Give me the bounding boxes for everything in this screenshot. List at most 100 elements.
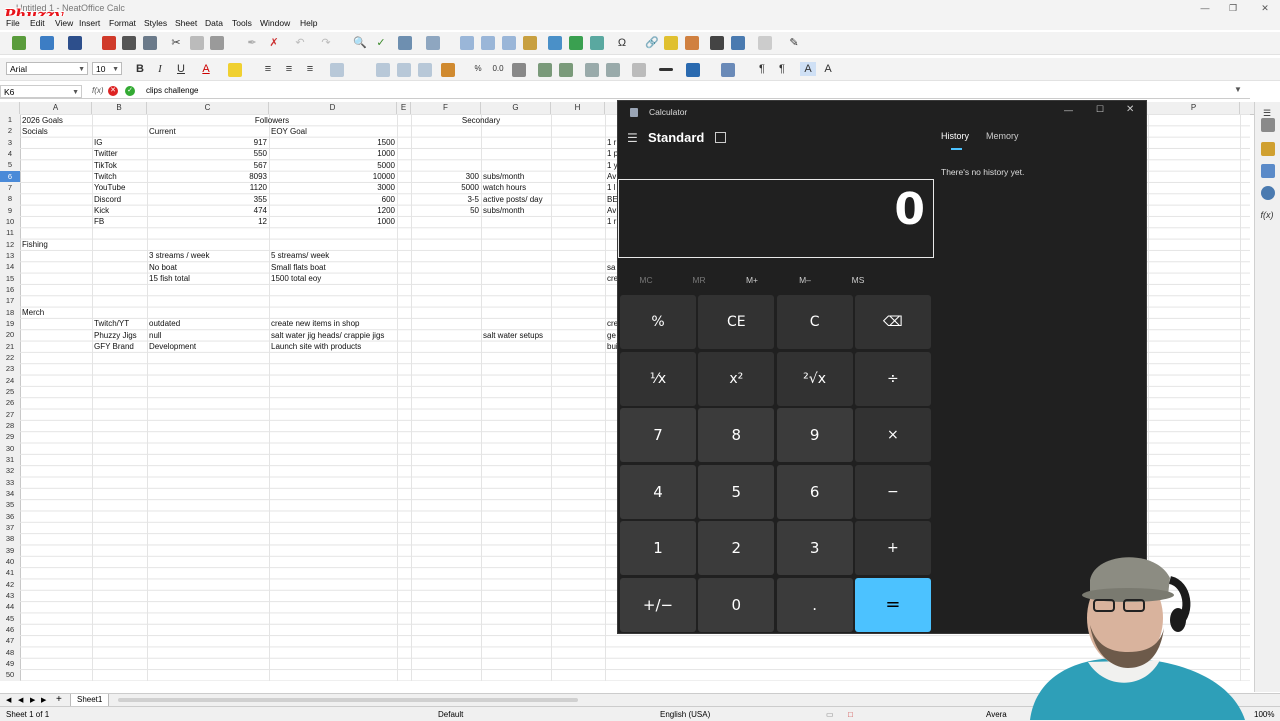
cell-c5[interactable]: 567	[149, 160, 267, 171]
menu-window[interactable]: Window	[260, 18, 290, 28]
add-sheet-icon[interactable]: +	[56, 694, 62, 705]
paste-icon[interactable]	[210, 36, 224, 50]
row-header[interactable]: 10	[0, 216, 20, 227]
next-sheet-icon[interactable]: ▶	[30, 696, 35, 704]
row-header[interactable]: 17	[0, 295, 20, 306]
row-header[interactable]: 31	[0, 454, 20, 465]
row-header[interactable]: 43	[0, 590, 20, 601]
row-header[interactable]: 40	[0, 556, 20, 567]
row-header[interactable]: 26	[0, 397, 20, 408]
row-header[interactable]: 15	[0, 273, 20, 284]
function-wizard-icon[interactable]: f(x)	[92, 86, 104, 95]
row-header[interactable]: 2	[0, 125, 20, 136]
increase-indent-icon[interactable]	[585, 63, 599, 77]
cell-d8[interactable]: 600	[271, 194, 395, 205]
underline-icon[interactable]: U	[173, 62, 189, 76]
find-replace-icon[interactable]: 🔍	[352, 36, 368, 50]
column-header[interactable]: A	[20, 102, 92, 114]
cell-d10[interactable]: 1000	[271, 216, 395, 227]
add-button[interactable]: +	[854, 521, 931, 576]
column-header[interactable]: E	[397, 102, 411, 114]
cell-i3[interactable]: 1 r	[607, 137, 617, 148]
row-icon[interactable]	[398, 36, 412, 50]
row-header[interactable]: 41	[0, 567, 20, 578]
digit-6-button[interactable]: 6	[776, 464, 853, 519]
functions-icon[interactable]: f(x)	[1259, 208, 1275, 222]
date-format-icon[interactable]	[512, 63, 526, 77]
cell-g20[interactable]: salt water setups	[483, 330, 549, 341]
row-header[interactable]: 7	[0, 182, 20, 193]
sort-descending-icon[interactable]	[502, 36, 516, 50]
cell-b19[interactable]: Twitch/YT	[94, 318, 145, 329]
digit-3-button[interactable]: 3	[776, 521, 853, 576]
font-size-select[interactable]: 10 ▼	[92, 62, 122, 75]
border-style-icon[interactable]	[659, 68, 673, 71]
cell-b20[interactable]: Phuzzy Jigs	[94, 330, 145, 341]
cell-b21[interactable]: GFY Brand	[94, 341, 145, 352]
row-header[interactable]: 16	[0, 284, 20, 295]
navigation-menu-icon[interactable]: ☰	[627, 131, 638, 145]
multiply-button[interactable]: ×	[854, 408, 931, 463]
row-header[interactable]: 35	[0, 499, 20, 510]
digit-8-button[interactable]: 8	[698, 408, 775, 463]
split-window-icon[interactable]	[758, 36, 772, 50]
clear-button[interactable]: C	[776, 295, 853, 349]
calc-maximize-button[interactable]: ☐	[1096, 104, 1104, 115]
cell-i21[interactable]: bui	[607, 341, 617, 352]
menu-tools[interactable]: Tools	[232, 18, 252, 28]
cell-d5[interactable]: 5000	[271, 160, 395, 171]
cell-i9[interactable]: Av	[607, 205, 617, 216]
cell-i14[interactable]: sa	[607, 262, 617, 273]
bold-icon[interactable]: B	[132, 62, 148, 76]
insert-image-icon[interactable]	[548, 36, 562, 50]
backspace-button[interactable]: ⌫	[854, 295, 931, 349]
cell-c9[interactable]: 474	[149, 205, 267, 216]
insert-chart-icon[interactable]	[569, 36, 583, 50]
align-center-icon[interactable]: ≡	[281, 62, 297, 76]
center-vertically-icon[interactable]	[397, 63, 411, 77]
show-draw-functions-icon[interactable]: ✎	[786, 36, 802, 50]
cell-d4[interactable]: 1000	[271, 148, 395, 159]
align-bottom-icon[interactable]	[418, 63, 432, 77]
cell-i19[interactable]: cre	[607, 318, 617, 329]
cell-c13[interactable]: 3 streams / week	[149, 250, 267, 261]
row-header[interactable]: 5	[0, 159, 20, 170]
print-preview-icon[interactable]	[143, 36, 157, 50]
properties-icon[interactable]	[1261, 118, 1275, 132]
row-header[interactable]: 39	[0, 545, 20, 556]
cell-b9[interactable]: Kick	[94, 205, 145, 216]
copy-icon[interactable]	[190, 36, 204, 50]
divide-button[interactable]: ÷	[854, 351, 931, 406]
column-header[interactable]: C	[147, 102, 269, 114]
row-header[interactable]: 38	[0, 533, 20, 544]
close-button[interactable]: ✕	[1250, 1, 1280, 15]
language-text[interactable]: English (USA)	[660, 710, 710, 719]
comment-icon[interactable]	[664, 36, 678, 50]
square-button[interactable]: x²	[698, 351, 775, 406]
cell-b8[interactable]: Discord	[94, 194, 145, 205]
selection-mode-icon[interactable]: ▭	[826, 710, 834, 719]
zoom-level[interactable]: 100%	[1254, 710, 1274, 719]
digit-1-button[interactable]: 1	[620, 521, 696, 576]
cell-c7[interactable]: 1120	[149, 182, 267, 193]
cell-d14[interactable]: Small flats boat	[271, 262, 395, 273]
column-header[interactable]: P	[1148, 102, 1240, 114]
cell-b5[interactable]: TikTok	[94, 160, 145, 171]
memory-clear-button[interactable]: MC	[626, 275, 666, 285]
cell-a12[interactable]: Fishing	[22, 239, 90, 250]
row-header[interactable]: 24	[0, 375, 20, 386]
formula-input[interactable]: clips challenge	[146, 86, 198, 95]
paragraph-ltr-icon[interactable]: ¶	[754, 62, 770, 76]
font-name-select[interactable]: Arial ▼	[6, 62, 88, 75]
cell-d6[interactable]: 10000	[271, 171, 395, 182]
cell-b7[interactable]: YouTube	[94, 182, 145, 193]
align-right-icon[interactable]: ≡	[302, 62, 318, 76]
cell-d20[interactable]: salt water jig heads/ crappie jigs	[271, 330, 395, 341]
clear-entry-button[interactable]: CE	[698, 295, 775, 349]
font-color-icon[interactable]: A	[198, 62, 214, 76]
autofilter-icon[interactable]	[523, 36, 537, 50]
name-box[interactable]: K6 ▼	[0, 85, 82, 98]
align-left-icon[interactable]: ≡	[260, 62, 276, 76]
minimize-button[interactable]: —	[1190, 1, 1220, 15]
clone-format-icon[interactable]: ✒	[244, 36, 260, 50]
